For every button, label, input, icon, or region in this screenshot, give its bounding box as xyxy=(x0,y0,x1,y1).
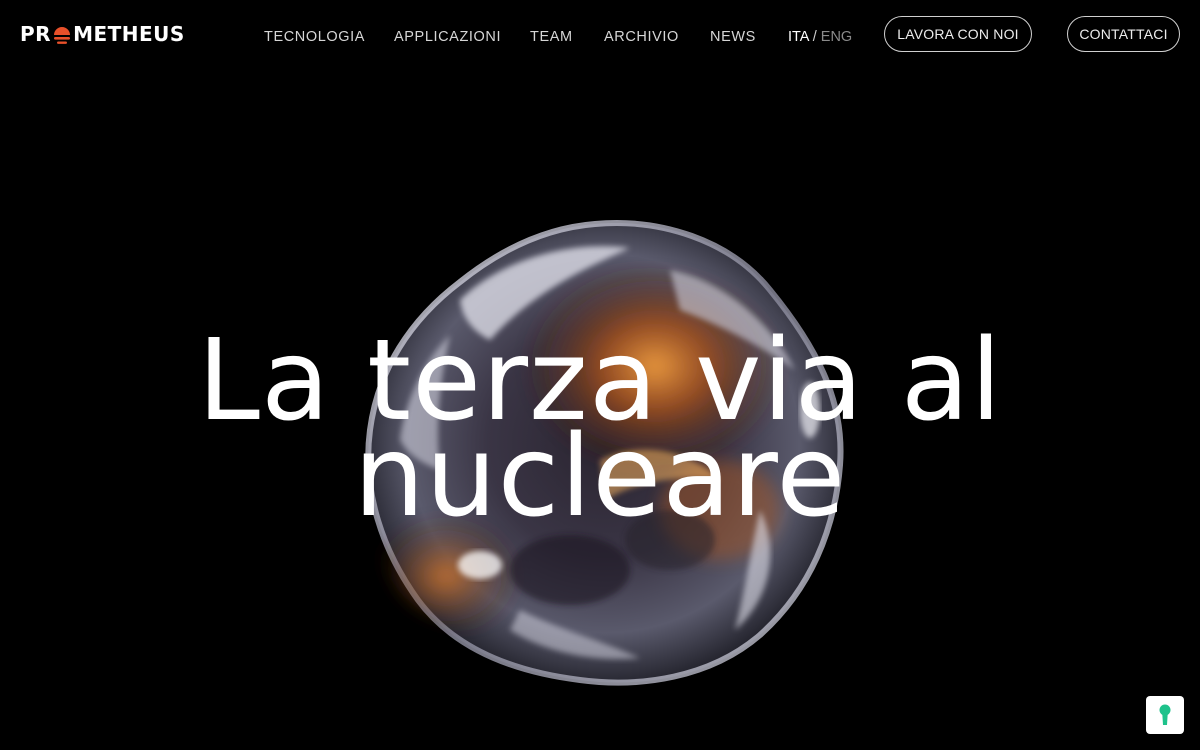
hero-headline: La terza via al nucleare xyxy=(0,325,1200,542)
careers-button[interactable]: LAVORA CON NOI xyxy=(884,16,1032,52)
prometheus-logo[interactable]: PR METHEUS xyxy=(20,20,185,48)
nav-item-team[interactable]: TEAM xyxy=(530,28,573,46)
hero-section: La terza via al nucleare xyxy=(0,0,1200,750)
sun-logo-icon xyxy=(54,27,71,44)
contact-button[interactable]: CONTATTACI xyxy=(1067,16,1180,52)
site-header: PR METHEUS TECNOLOGIA APPLICAZIONI TEAM … xyxy=(0,0,1200,72)
nav-item-tecnologia[interactable]: TECNOLOGIA xyxy=(264,28,365,46)
nav-item-archivio[interactable]: ARCHIVIO xyxy=(604,28,679,46)
hero-headline-line-2: nucleare xyxy=(353,412,847,542)
language-eng-link[interactable]: ENG xyxy=(821,29,852,45)
privacy-settings-button[interactable] xyxy=(1146,696,1184,734)
keyhole-icon xyxy=(1159,704,1171,725)
logo-text-end: METHEUS xyxy=(73,22,185,46)
language-ita-link[interactable]: ITA xyxy=(788,29,809,45)
nav-item-news[interactable]: NEWS xyxy=(710,28,756,46)
logo-text-start: PR xyxy=(20,22,52,46)
language-switcher: ITA / ENG xyxy=(788,28,852,46)
language-separator: / xyxy=(812,29,821,45)
nav-item-applicazioni[interactable]: APPLICAZIONI xyxy=(394,28,501,46)
page: La terza via al nucleare PR METHEUS TECN… xyxy=(0,0,1200,750)
